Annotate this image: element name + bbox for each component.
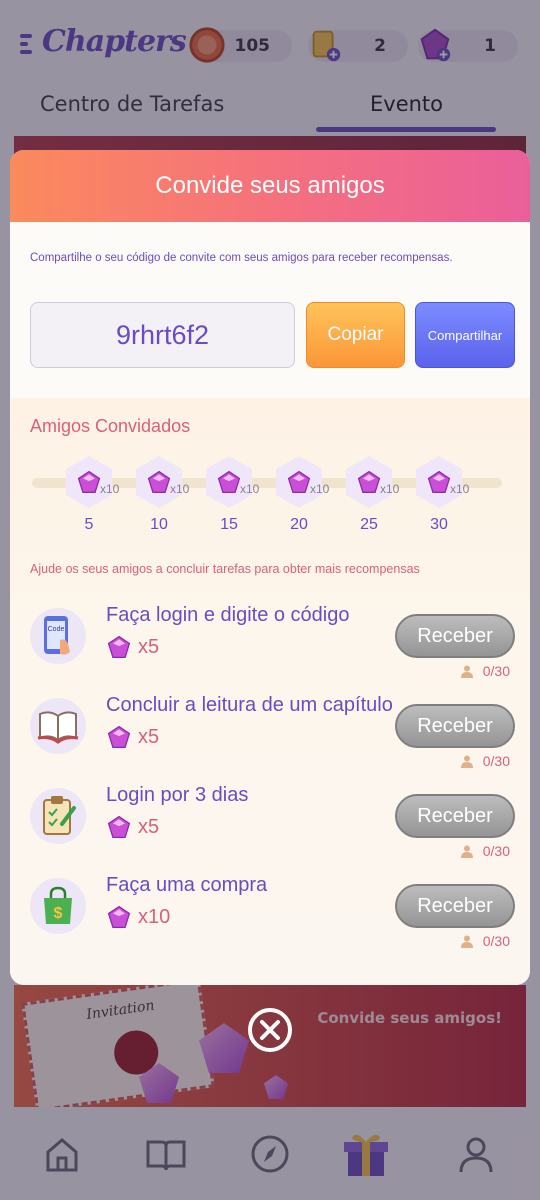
svg-text:$: $ <box>54 905 63 922</box>
task-title: Faça uma compra <box>106 874 268 896</box>
task-progress-value: 0/30 <box>482 843 510 859</box>
milestone-reward-amount: x10 <box>100 482 120 496</box>
person-icon <box>460 755 473 768</box>
milestone-reward[interactable]: x10 20 <box>276 456 330 533</box>
task-reward: x5 <box>106 814 159 840</box>
task-title: Concluir a leitura de um capítulo <box>106 694 393 716</box>
task-progress-value: 0/30 <box>482 663 510 679</box>
gem-icon <box>76 469 102 495</box>
milestone-reward-amount: x10 <box>170 482 190 496</box>
task-row: Concluir a leitura de um capítulo x5 Receb… <box>10 684 530 772</box>
receive-button[interactable]: Receber <box>395 704 515 748</box>
milestone-count: 30 <box>430 516 448 533</box>
clipboard-icon <box>30 788 86 844</box>
milestone-reward-amount: x10 <box>240 482 260 496</box>
intro-text: Compartilhe o seu código de convite com … <box>30 252 453 264</box>
task-progress-value: 0/30 <box>482 753 510 769</box>
dialog-title: Convide seus amigos <box>155 172 385 199</box>
receive-button[interactable]: Receber <box>395 794 515 838</box>
milestone-count: 20 <box>290 516 308 533</box>
task-progress: 0/30 <box>460 753 510 769</box>
dialog-header: Convide seus amigos <box>10 150 530 222</box>
milestone-count: 15 <box>220 516 238 533</box>
task-progress: 0/30 <box>460 663 510 679</box>
milestone-reward-amount: x10 <box>450 482 470 496</box>
close-icon[interactable] <box>246 1006 294 1054</box>
milestone-reward-amount: x10 <box>380 482 400 496</box>
gem-icon <box>106 724 132 750</box>
task-title: Login por 3 dias <box>106 784 249 806</box>
friends-title: Amigos Convidados <box>30 416 191 436</box>
book-icon <box>30 698 86 754</box>
help-text: Ajude os seus amigos a concluir tarefas … <box>30 562 420 576</box>
task-progress-value: 0/30 <box>482 933 510 949</box>
code-phone-icon: Code <box>30 608 86 664</box>
gem-icon <box>426 469 452 495</box>
person-icon <box>460 665 473 678</box>
task-progress: 0/30 <box>460 843 510 859</box>
person-icon <box>460 845 473 858</box>
gem-icon <box>106 814 132 840</box>
receive-button[interactable]: Receber <box>395 614 515 658</box>
task-reward-amount: x5 <box>138 635 160 658</box>
milestone-reward[interactable]: x10 30 <box>416 456 470 533</box>
task-row: $ Faça uma compra x10 Receber 0/30 <box>10 864 530 952</box>
invite-friends-dialog: Convide seus amigos Compartilhe o seu có… <box>10 150 530 985</box>
task-title: Faça login e digite o código <box>106 604 350 626</box>
gem-icon <box>146 469 172 495</box>
milestone-reward[interactable]: x10 5 <box>66 456 120 533</box>
gem-icon <box>106 634 132 660</box>
milestone-reward[interactable]: x10 15 <box>206 456 260 533</box>
share-button[interactable]: Compartilhar <box>415 302 515 368</box>
code-label: Code <box>48 626 65 633</box>
task-progress: 0/30 <box>460 933 510 949</box>
gem-icon <box>106 904 132 930</box>
task-row: Login por 3 dias x5 Receber 0/30 <box>10 774 530 862</box>
copy-button[interactable]: Copiar <box>306 302 405 368</box>
gem-icon <box>286 469 312 495</box>
milestone-count: 10 <box>150 516 168 533</box>
task-reward-amount: x5 <box>138 725 160 748</box>
gem-icon <box>216 469 242 495</box>
task-reward: x5 <box>106 724 159 750</box>
milestone-reward-amount: x10 <box>310 482 330 496</box>
task-reward: x10 <box>106 904 170 930</box>
milestone-count: 5 <box>84 516 94 533</box>
shopping-bag-icon: $ <box>30 878 86 934</box>
task-reward: x5 <box>106 634 159 660</box>
milestone-reward[interactable]: x10 10 <box>136 456 190 533</box>
gem-icon <box>356 469 382 495</box>
milestone-count: 25 <box>360 516 378 533</box>
person-icon <box>460 935 473 948</box>
milestone-reward[interactable]: x10 25 <box>346 456 400 533</box>
invite-code-field[interactable]: 9rhrt6f2 <box>30 302 295 368</box>
task-reward-amount: x10 <box>138 905 171 928</box>
invited-friends-panel: Amigos Convidados x10 5 x10 10 x10 15 x10 20 x10… <box>10 398 530 985</box>
task-reward-amount: x5 <box>138 815 160 838</box>
task-row: Code Faça login e digite o código x5 Recebe… <box>10 594 530 682</box>
receive-button[interactable]: Receber <box>395 884 515 928</box>
